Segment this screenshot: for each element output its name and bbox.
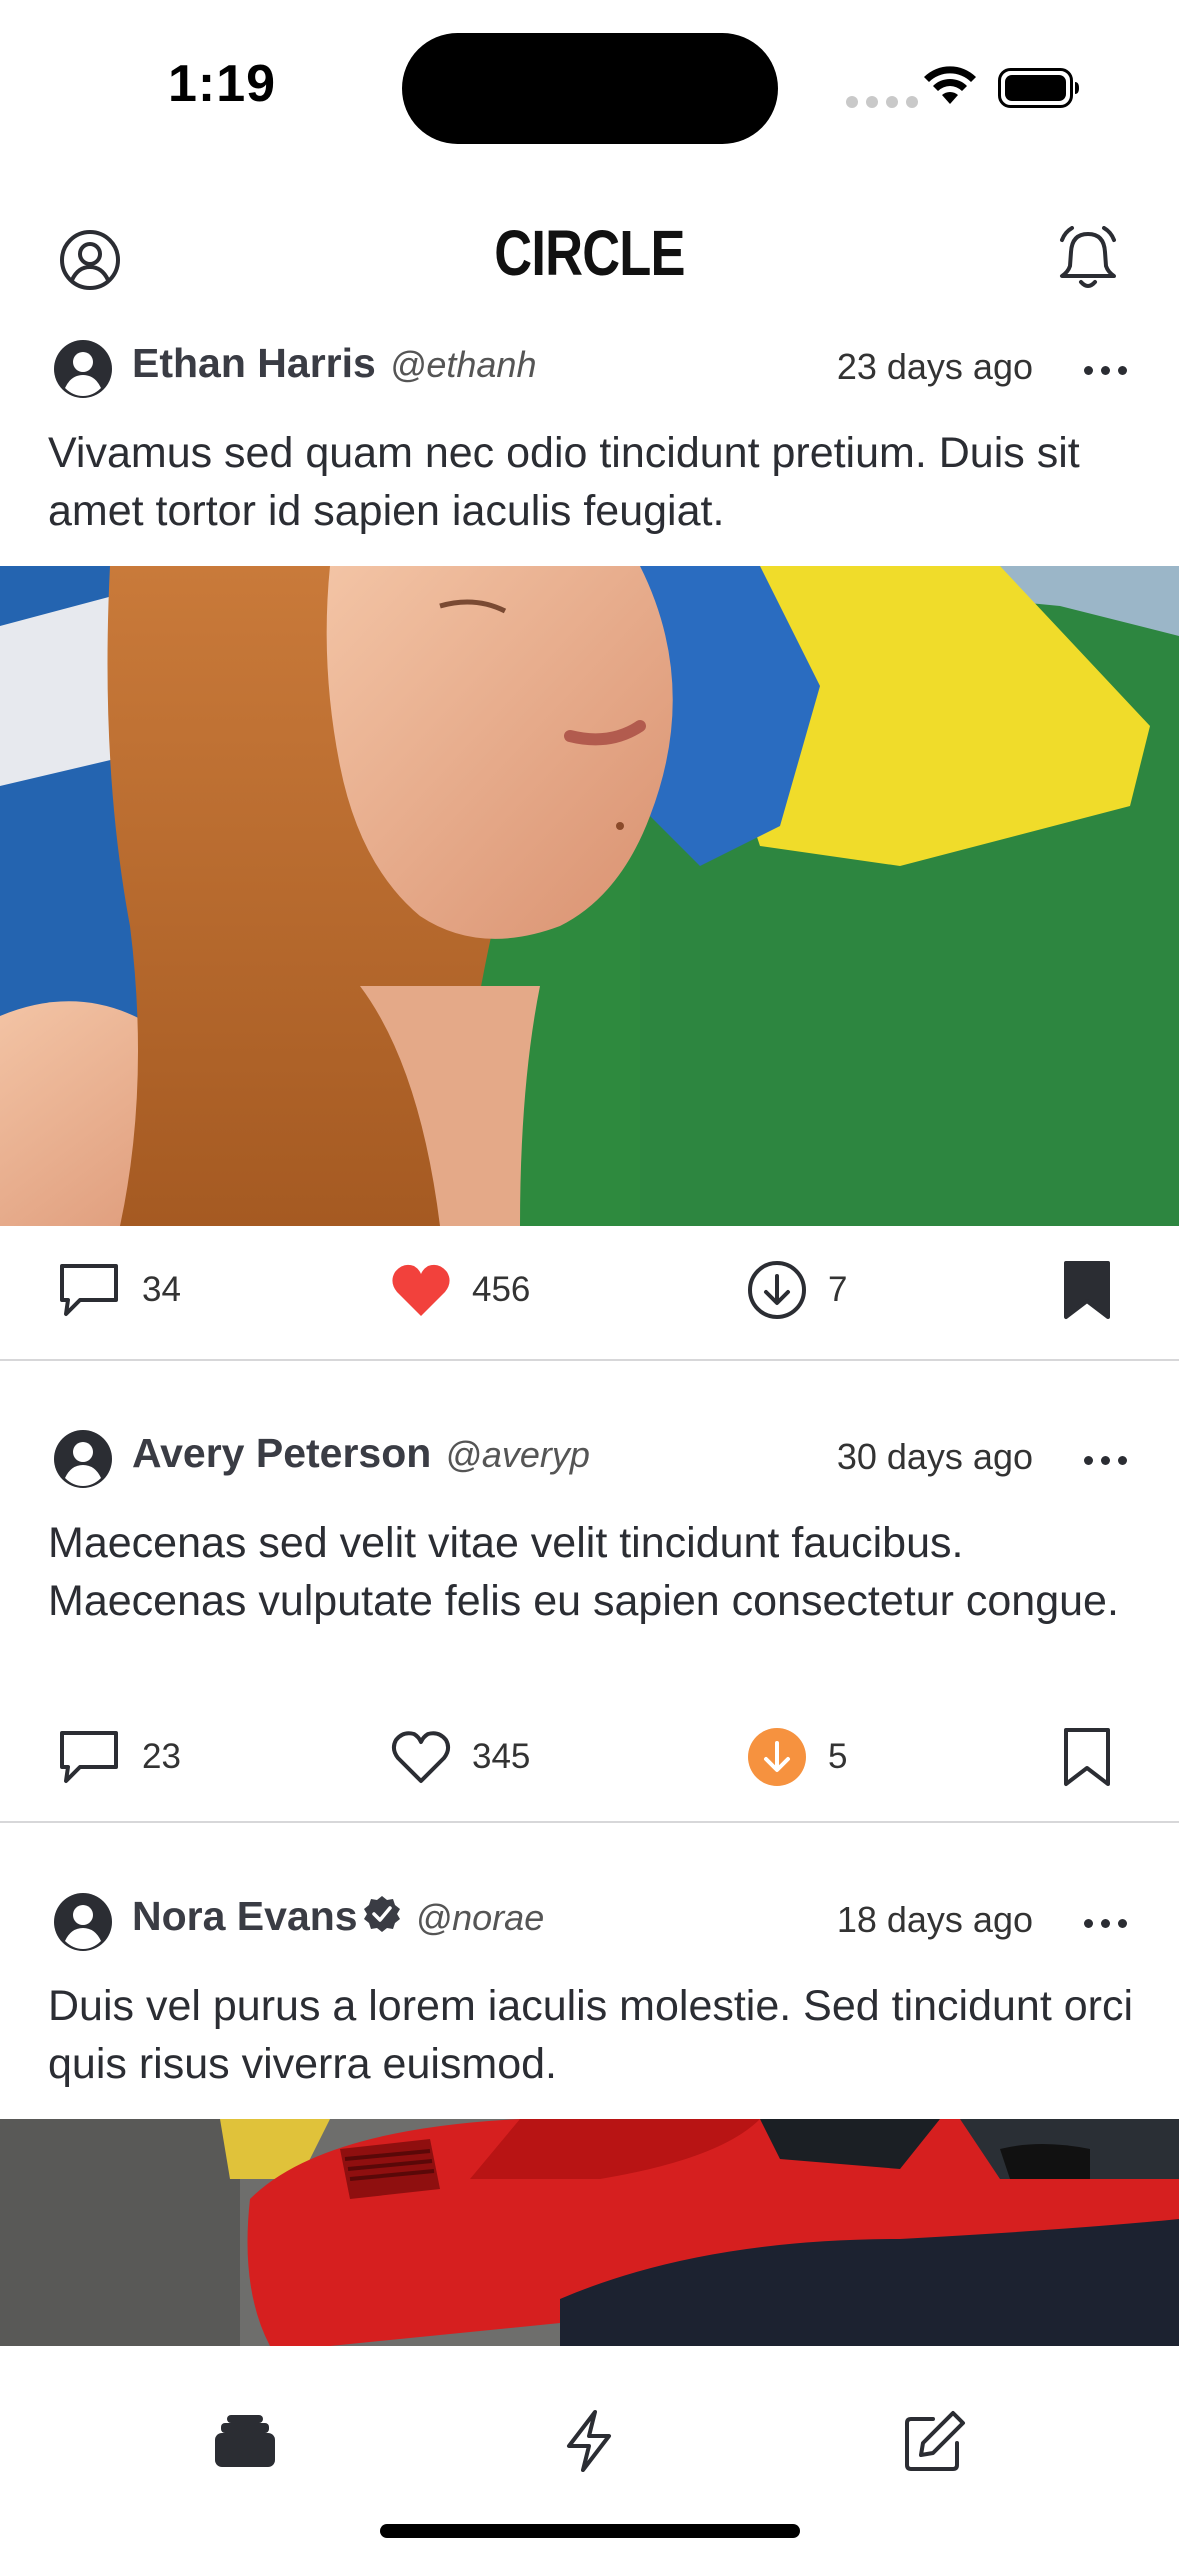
wifi-icon xyxy=(924,66,976,104)
verified-badge-icon xyxy=(363,1896,400,1932)
bookmark-button[interactable] xyxy=(1062,1717,1112,1797)
notifications-button[interactable] xyxy=(1048,220,1128,300)
download-button[interactable]: 7 xyxy=(746,1250,847,1330)
like-count: 345 xyxy=(472,1737,531,1776)
download-filled-icon xyxy=(748,1728,806,1786)
download-button[interactable]: 5 xyxy=(746,1717,847,1797)
avatar-icon[interactable] xyxy=(52,1428,114,1490)
heart-outline-icon xyxy=(391,1731,451,1783)
avatar-icon[interactable] xyxy=(52,338,114,400)
avatar-icon[interactable] xyxy=(52,1891,114,1953)
post-image[interactable] xyxy=(0,566,1179,1226)
tab-compose[interactable] xyxy=(890,2396,980,2486)
tab-bar xyxy=(0,2346,1179,2556)
cellular-signal-icon xyxy=(846,96,918,108)
app-title: CIRCLE xyxy=(494,217,685,289)
post-text: Maecenas sed velit vitae velit tincidunt… xyxy=(48,1519,1119,1625)
post-card[interactable]: Avery Peterson @averyp 30 days ago Maecen… xyxy=(0,1420,1179,1823)
more-options-button[interactable] xyxy=(1073,1430,1137,1490)
comment-count: 34 xyxy=(142,1270,181,1309)
comment-button[interactable]: 34 xyxy=(56,1250,181,1330)
post-text: Duis vel purus a lorem iaculis molestie.… xyxy=(48,1982,1134,2088)
comment-button[interactable]: 23 xyxy=(56,1717,181,1797)
divider xyxy=(0,1359,1179,1361)
like-button[interactable]: 345 xyxy=(390,1717,530,1797)
tab-activity[interactable] xyxy=(544,2396,634,2486)
feed-icon xyxy=(215,2415,275,2467)
red-car-image xyxy=(0,2119,1179,2346)
more-options-button[interactable] xyxy=(1073,1893,1137,1953)
download-count: 5 xyxy=(828,1737,848,1776)
author-name[interactable]: Nora Evans @norae xyxy=(132,1893,544,1940)
post-header: Nora Evans @norae 18 days ago xyxy=(0,1883,1179,1963)
like-button[interactable]: 456 xyxy=(390,1250,530,1330)
status-time: 1:19 xyxy=(168,55,277,113)
author-name[interactable]: Avery Peterson @averyp xyxy=(132,1430,590,1477)
more-options-button[interactable] xyxy=(1073,340,1137,400)
post-image[interactable] xyxy=(0,2119,1179,2346)
post-card[interactable]: Ethan Harris @ethanh 23 days ago Vivamus … xyxy=(0,330,1179,1361)
comment-icon xyxy=(60,1731,118,1783)
post-actions: 23 345 5 xyxy=(0,1717,1179,1797)
author-handle: @averyp xyxy=(445,1434,590,1475)
divider xyxy=(0,1821,1179,1823)
post-header: Ethan Harris @ethanh 23 days ago xyxy=(0,330,1179,410)
bookmark-button[interactable] xyxy=(1062,1250,1112,1330)
bookmark-outline-icon xyxy=(1064,1728,1110,1786)
download-count: 7 xyxy=(828,1270,848,1309)
author-handle: @ethanh xyxy=(389,344,537,385)
author-name[interactable]: Ethan Harris @ethanh xyxy=(132,340,536,387)
status-bar: 1:19 xyxy=(0,0,1179,170)
post-header: Avery Peterson @averyp 30 days ago xyxy=(0,1420,1179,1500)
post-actions: 34 456 7 xyxy=(0,1250,1179,1330)
compose-icon xyxy=(905,2411,965,2471)
comment-icon xyxy=(60,1264,118,1316)
app-header: CIRCLE xyxy=(0,170,1179,330)
bookmark-filled-icon xyxy=(1064,1261,1110,1319)
post-text: Vivamus sed quam nec odio tincidunt pret… xyxy=(48,429,1080,535)
post-card[interactable]: Nora Evans @norae 18 days ago Duis vel pu… xyxy=(0,1883,1179,2346)
like-count: 456 xyxy=(472,1270,531,1309)
home-indicator xyxy=(380,2524,800,2538)
tab-feed[interactable] xyxy=(200,2396,290,2486)
download-icon xyxy=(748,1261,806,1319)
post-time: 18 days ago xyxy=(836,1899,1033,1940)
post-time: 23 days ago xyxy=(836,346,1033,387)
post-time: 30 days ago xyxy=(836,1436,1033,1477)
dynamic-island xyxy=(402,33,778,144)
comment-count: 23 xyxy=(142,1737,181,1776)
heart-filled-icon xyxy=(392,1264,450,1316)
author-handle: @norae xyxy=(415,1897,545,1938)
woman-with-flag-image xyxy=(0,566,1179,1226)
battery-icon xyxy=(998,68,1079,108)
bell-icon xyxy=(1060,226,1116,288)
bolt-icon xyxy=(567,2410,611,2472)
